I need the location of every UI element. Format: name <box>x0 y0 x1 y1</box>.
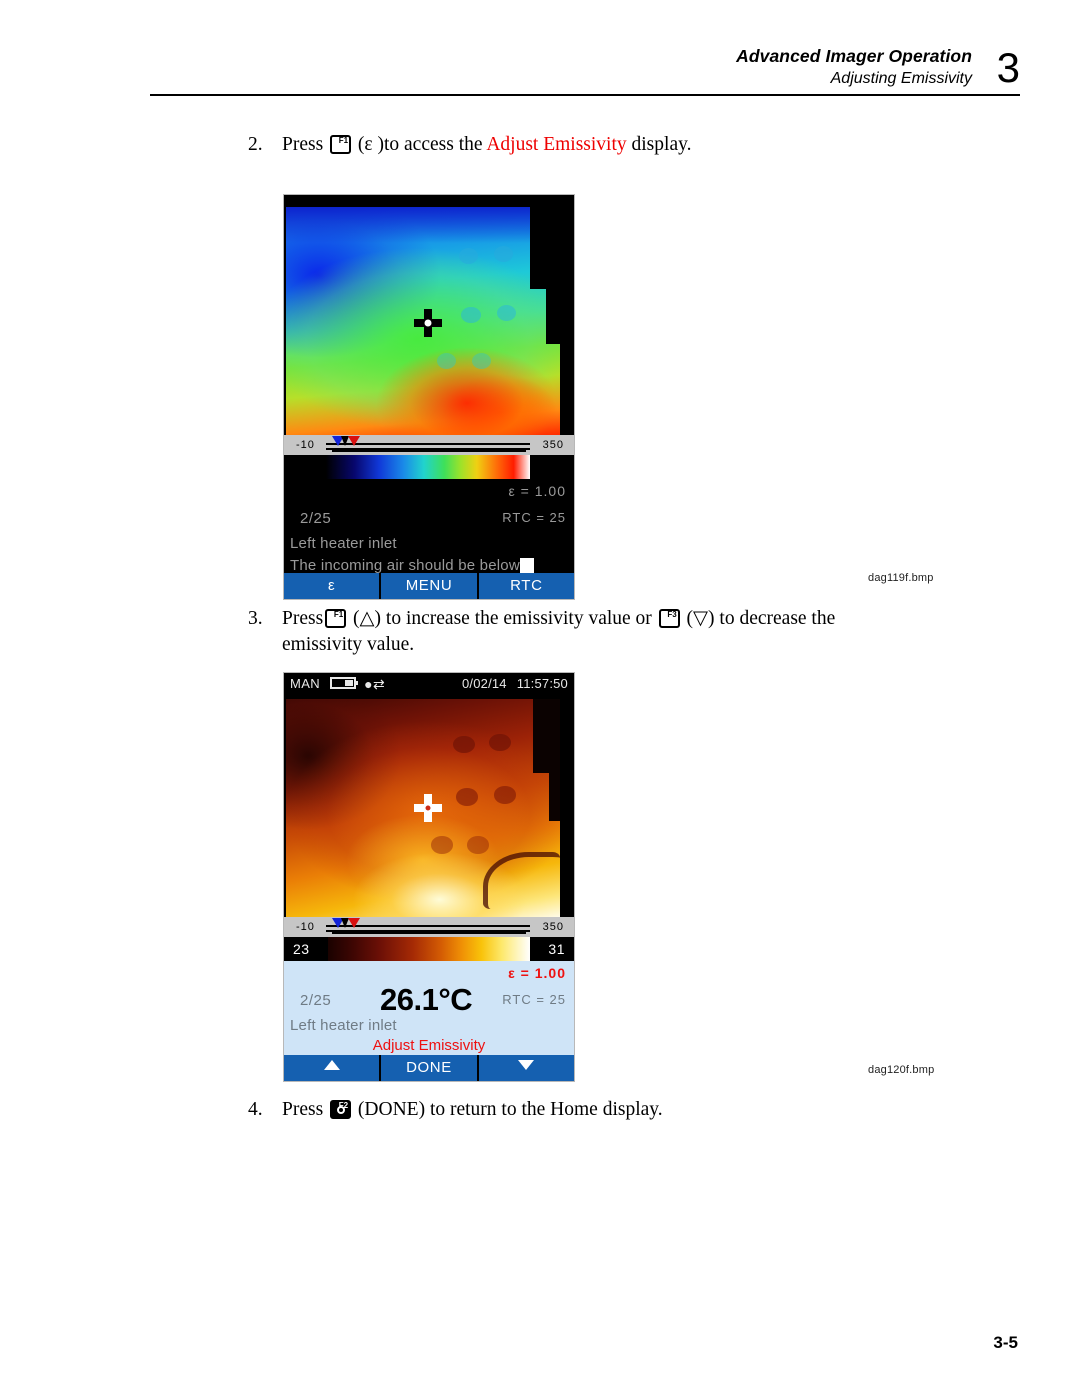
range-low-2: -10 <box>296 921 315 933</box>
thermal-image-2-frame <box>286 699 560 917</box>
thermal-image-2 <box>284 695 574 917</box>
info-panel-1: ε = 1.00 2/25 RTC = 25 Left heater inlet… <box>284 479 574 574</box>
color-palette-bar-1 <box>284 455 574 479</box>
mode-indicator: MAN <box>290 676 321 691</box>
f1-key-icon-2: F1 <box>325 609 347 628</box>
imager-screen-1-view: -10 350 ε = 1.00 2/25 RTC = 25 Left heat… <box>284 195 574 599</box>
step-3-pre-text: Press <box>282 608 324 629</box>
thermal-image-1 <box>284 195 574 435</box>
imager-screen-2: MAN ●⇄ 0/02/14 11:57:50 -10 350 23 31 ε … <box>283 672 575 1082</box>
color-palette-bar-2: 23 31 <box>284 937 574 961</box>
softkey-emissivity[interactable]: ε <box>284 573 382 599</box>
range-marker-red-1 <box>348 436 360 446</box>
softkey-menu[interactable]: MENU <box>381 573 479 599</box>
crosshair-icon-1 <box>414 309 443 338</box>
status-date: 0/02/14 <box>461 676 507 691</box>
image-label-1: Left heater inlet <box>290 535 397 552</box>
f3-key-icon: F3 <box>658 609 680 628</box>
f3-key-label: F3 <box>667 610 677 619</box>
palette-max-value: 31 <box>543 939 570 959</box>
header-title: Advanced Imager Operation <box>736 46 972 66</box>
header-rule <box>150 94 1020 96</box>
f1-key-label-2: F1 <box>333 610 344 619</box>
step-2-body: Press F1 (ε )to access the Adjust Emissi… <box>282 132 948 158</box>
palette-min-value: 23 <box>288 939 315 959</box>
color-palette-gradient-1 <box>326 455 530 479</box>
imager-screen-1: -10 350 ε = 1.00 2/25 RTC = 25 Left heat… <box>283 194 575 600</box>
f2-key-dot <box>336 1105 345 1114</box>
range-low-1: -10 <box>296 439 315 451</box>
step-3-body: Press F1 (△) to increase the emissivity v… <box>282 606 948 658</box>
crosshair-icon-2 <box>414 794 443 822</box>
frame-counter-1: 2/25 <box>300 510 332 527</box>
softkey-done[interactable]: DONE <box>381 1055 479 1081</box>
softkey-bar-2: DONE <box>284 1055 574 1081</box>
range-high-2: 350 <box>542 921 564 933</box>
step-3-mid-1: to increase the emissivity value or <box>381 608 657 629</box>
thermal-image-1-frame <box>286 207 560 435</box>
range-high-1: 350 <box>542 439 564 451</box>
range-scale-1: -10 350 <box>284 435 574 455</box>
figure-caption-1: dag119f.bmp <box>868 572 934 584</box>
step-4-pre-text: Press <box>282 1099 324 1120</box>
status-time: 11:57:50 <box>516 676 568 691</box>
battery-icon <box>330 677 359 689</box>
step-2: 2. Press F1 (ε )to access the Adjust Emi… <box>248 132 948 158</box>
step-4-body: Press F2 (DONE) to return to the Home di… <box>282 1097 948 1123</box>
emissivity-value-2: ε = 1.00 <box>508 965 566 981</box>
rtc-value-2: RTC = 25 <box>502 992 566 1007</box>
step-3-line-2: emissivity value. <box>282 634 415 655</box>
softkey-bar-1: ε MENU RTC <box>284 573 574 599</box>
mode-label-adjust-emissivity: Adjust Emissivity <box>372 1037 486 1054</box>
status-bar-2: MAN ●⇄ 0/02/14 11:57:50 <box>284 673 574 695</box>
softkey-rtc[interactable]: RTC <box>478 573 574 599</box>
f1-key-label: F1 <box>338 136 349 145</box>
triangle-up-icon <box>323 1060 340 1070</box>
image-note-1: The incoming air should be below <box>290 557 534 574</box>
step-2-highlight: Adjust Emissivity <box>486 134 627 155</box>
image-label-2: Left heater inlet <box>290 1017 397 1034</box>
color-palette-gradient-2 <box>328 937 530 961</box>
frame-counter-2: 2/25 <box>300 992 332 1009</box>
f1-key-icon: F1 <box>330 135 352 154</box>
info-panel-2: ε = 1.00 2/25 26.1°C RTC = 25 Left heate… <box>284 961 574 1055</box>
step-3-number: 3. <box>248 608 263 629</box>
usb-icon: ●⇄ <box>364 676 386 692</box>
step-3-paren-up: (△) <box>353 608 382 629</box>
step-4: 4. Press F2 (DONE) to return to the Home… <box>248 1097 948 1123</box>
step-4-number: 4. <box>248 1099 263 1120</box>
softkey-decrease[interactable] <box>478 1055 574 1081</box>
temperature-reading: 26.1°C <box>380 982 473 1017</box>
step-3-mid-2: to decrease the <box>714 608 836 629</box>
triangle-down-icon <box>518 1060 535 1070</box>
figure-caption-2: dag120f.bmp <box>868 1064 935 1076</box>
step-2-paren: (ε ) <box>357 134 384 155</box>
softkey-increase[interactable] <box>284 1055 382 1081</box>
page-header: Advanced Imager Operation Adjusting Emis… <box>150 44 1020 106</box>
step-3: 3. Press F1 (△) to increase the emissivit… <box>248 606 948 658</box>
imager-screen-2-view: MAN ●⇄ 0/02/14 11:57:50 -10 350 23 31 ε … <box>284 673 574 1081</box>
f2-key-icon: F2 <box>330 1100 352 1119</box>
step-3-paren-down: (▽) <box>686 608 715 629</box>
range-marker-red-2 <box>348 918 360 928</box>
step-2-number: 2. <box>248 134 263 155</box>
emissivity-value-1: ε = 1.00 <box>508 483 566 499</box>
datetime-group: 0/02/14 11:57:50 <box>452 673 568 695</box>
step-2-post: display. <box>626 134 692 155</box>
page-number: 3-5 <box>993 1333 1018 1352</box>
text-cursor-1 <box>519 558 534 573</box>
step-4-post: (DONE) to return to the Home display. <box>357 1099 663 1120</box>
chapter-number: 3 <box>996 44 1020 91</box>
range-scale-2: -10 350 <box>284 917 574 937</box>
rtc-value-1: RTC = 25 <box>502 510 566 525</box>
header-text-block: Advanced Imager Operation Adjusting Emis… <box>736 44 972 90</box>
header-subtitle: Adjusting Emissivity <box>830 70 972 87</box>
image-note-text-1: The incoming air should be below <box>290 557 520 574</box>
step-2-mid: to access the <box>383 134 487 155</box>
step-2-pre-text: Press <box>282 134 324 155</box>
